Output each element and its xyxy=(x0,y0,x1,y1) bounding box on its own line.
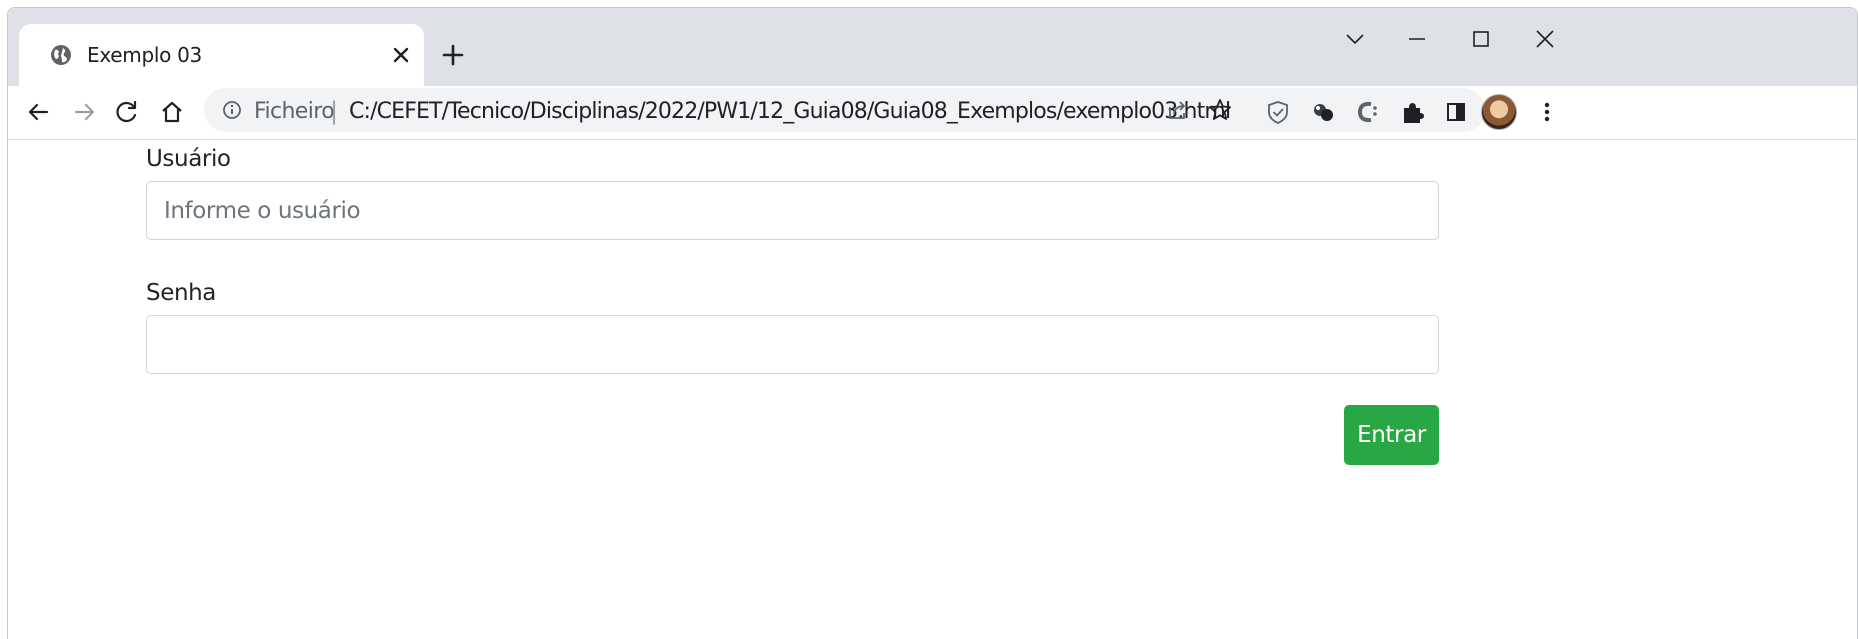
tab-strip: Exemplo 03 xyxy=(8,8,1857,86)
submit-button[interactable]: Entrar xyxy=(1344,405,1439,465)
extension-icon[interactable] xyxy=(1306,95,1340,129)
page-content: Usuário Senha Entrar xyxy=(8,140,1857,639)
forward-arrow-icon[interactable] xyxy=(67,95,101,129)
scheme-label: Ficheiro xyxy=(254,99,335,124)
avatar[interactable] xyxy=(1481,94,1517,130)
username-input[interactable] xyxy=(146,181,1439,240)
scheme-separator: | xyxy=(330,97,339,125)
tab-close-icon[interactable] xyxy=(387,41,415,69)
puzzle-icon[interactable] xyxy=(1395,95,1429,129)
minimize-icon[interactable] xyxy=(1400,22,1434,56)
tab-search-icon[interactable] xyxy=(1338,22,1372,56)
password-label: Senha xyxy=(146,280,216,306)
password-input[interactable] xyxy=(146,315,1439,374)
browser-toolbar: Ficheiro | C:/CEFET/Tecnico/Disciplinas/… xyxy=(8,86,1857,140)
tab-title: Exemplo 03 xyxy=(87,43,202,67)
browser-window: Exemplo 03 Ficheiro | C:/CEFET/Tecnico/D… xyxy=(7,7,1858,639)
info-icon[interactable] xyxy=(222,100,242,120)
username-label: Usuário xyxy=(146,146,231,172)
side-panel-icon[interactable] xyxy=(1439,95,1473,129)
back-arrow-icon[interactable] xyxy=(22,95,56,129)
kebab-menu-icon[interactable] xyxy=(1530,95,1564,129)
star-icon[interactable] xyxy=(1205,95,1235,125)
reload-icon[interactable] xyxy=(110,95,144,129)
maximize-icon[interactable] xyxy=(1464,22,1498,56)
tab-exemplo-03[interactable]: Exemplo 03 xyxy=(19,24,424,86)
share-icon[interactable] xyxy=(1162,95,1192,125)
url-text[interactable]: C:/CEFET/Tecnico/Disciplinas/2022/PW1/12… xyxy=(349,99,1231,124)
shield-extension-icon[interactable] xyxy=(1261,95,1295,129)
globe-icon xyxy=(50,44,72,66)
home-icon[interactable] xyxy=(155,95,189,129)
close-window-icon[interactable] xyxy=(1528,22,1562,56)
extension-c-icon[interactable] xyxy=(1350,95,1384,129)
new-tab-icon[interactable] xyxy=(436,38,470,72)
